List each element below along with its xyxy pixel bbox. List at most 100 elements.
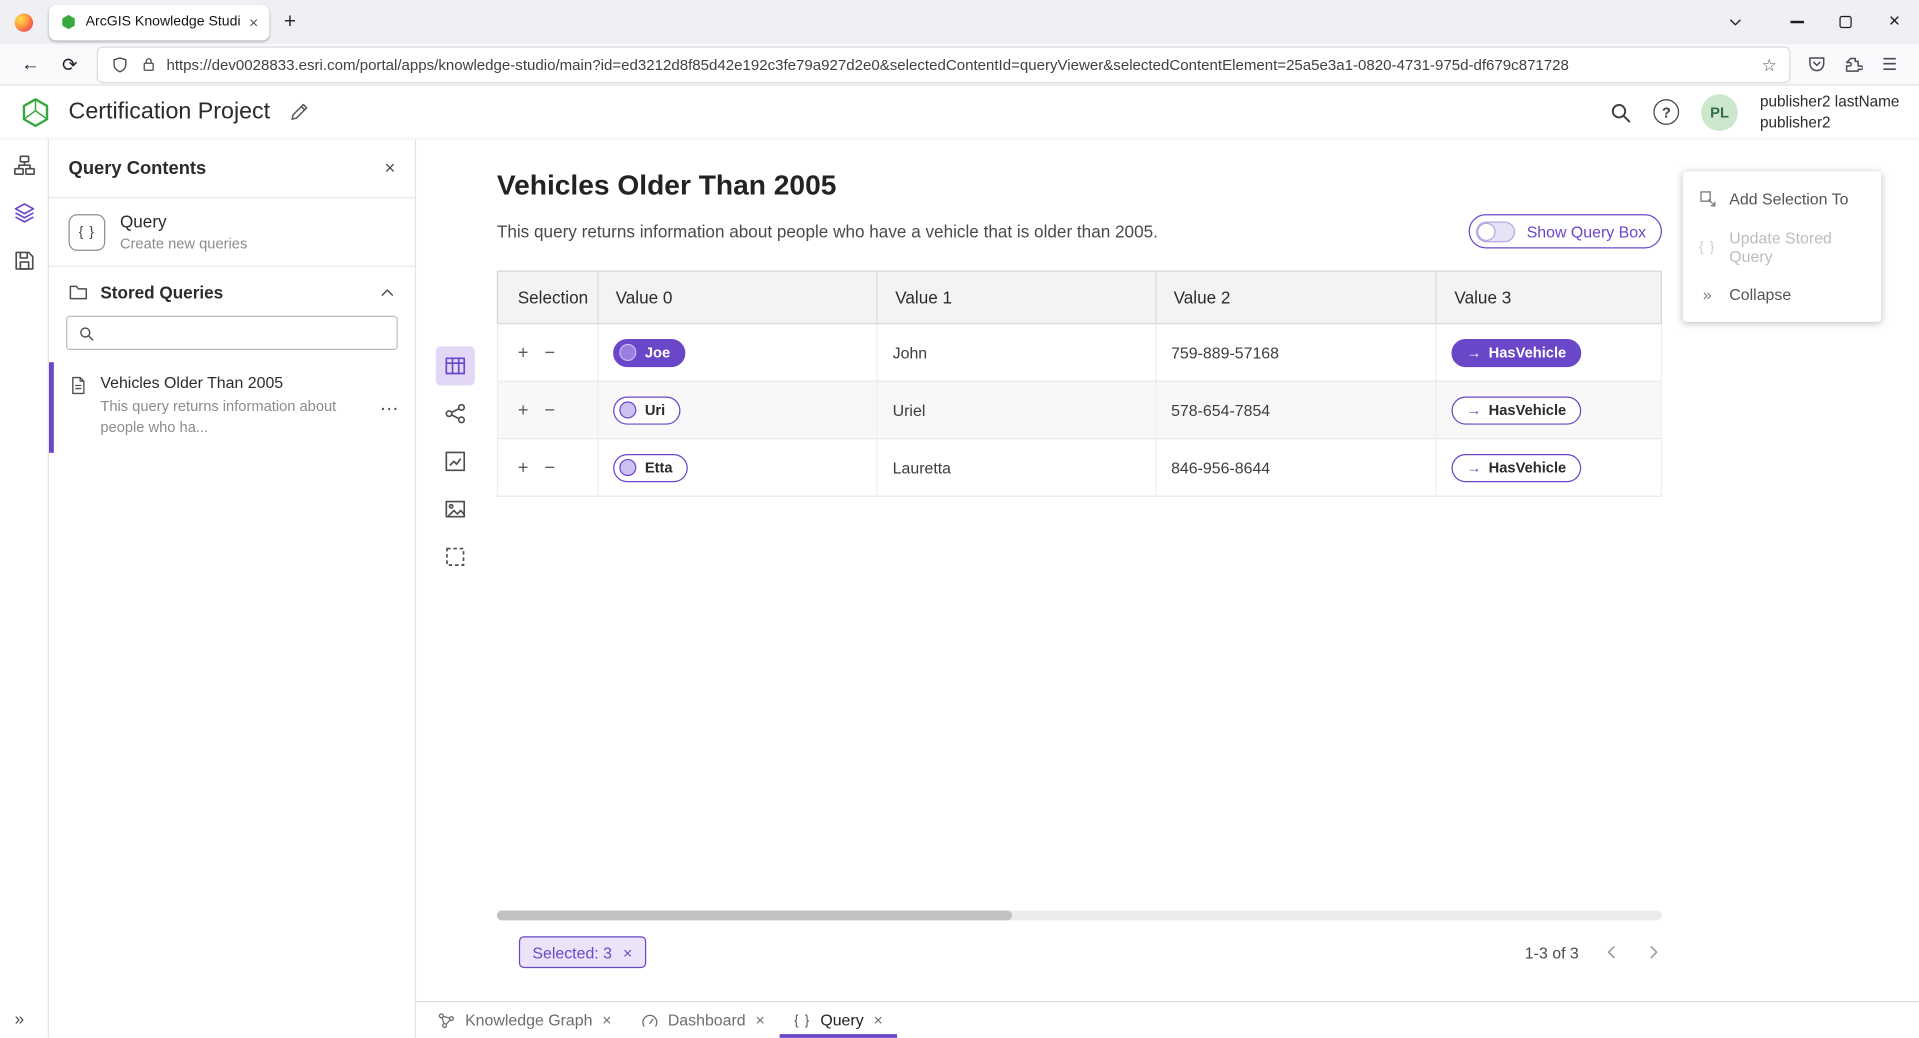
entity-label: Etta [645, 459, 673, 476]
table-view-button[interactable] [436, 346, 475, 385]
add-to-selection-button[interactable]: + [518, 343, 529, 361]
braces-icon: { } [69, 214, 106, 251]
extensions-icon[interactable] [1836, 47, 1870, 81]
table-cell: → HasVehicle [1437, 324, 1660, 380]
tab-query[interactable]: { } Query × [779, 1002, 897, 1037]
scrollbar-thumb[interactable] [497, 911, 1012, 921]
selection-badge-label: Selected: 3 [532, 943, 612, 961]
back-button[interactable]: ← [12, 47, 49, 81]
arrow-right-icon: → [1467, 345, 1482, 360]
selection-cell: + − [498, 439, 598, 495]
lock-icon[interactable] [140, 47, 157, 81]
browser-toolbar: ← ⟳ https://dev0028833.esri.com/portal/a… [0, 44, 1919, 86]
edit-title-pencil-icon[interactable] [289, 102, 310, 123]
remove-from-selection-button[interactable]: − [544, 343, 555, 361]
table-cell: → HasVehicle [1437, 382, 1660, 438]
panel-title: Query Contents [69, 158, 385, 179]
tab-close-icon[interactable]: × [755, 1012, 764, 1028]
previous-page-chevron-icon[interactable] [1603, 944, 1620, 961]
refresh-button[interactable]: ⟳ [51, 47, 88, 81]
save-icon[interactable] [13, 250, 35, 272]
tab-dashboard[interactable]: Dashboard × [626, 1002, 779, 1037]
panel-close-icon[interactable]: × [385, 159, 396, 177]
new-tab-button[interactable]: + [284, 10, 296, 34]
user-username: publisher2 [1760, 112, 1899, 132]
firefox-icon[interactable] [15, 13, 33, 31]
clear-selection-icon[interactable]: × [623, 944, 632, 960]
toggle-switch[interactable] [1477, 221, 1516, 242]
pagination-range: 1-3 of 3 [1525, 943, 1579, 961]
horizontal-scrollbar[interactable] [497, 911, 1662, 921]
table-cell: Etta [598, 439, 878, 495]
add-to-selection-button[interactable]: + [518, 458, 529, 476]
tab-close-icon[interactable]: × [873, 1012, 882, 1028]
query-contents-panel: Query Contents × { } Query Create new qu… [49, 140, 416, 1038]
table-cell: Joe [598, 324, 878, 380]
window-close-button[interactable]: × [1870, 0, 1919, 44]
layers-icon[interactable] [13, 202, 35, 224]
bookmark-star-icon[interactable]: ☆ [1762, 56, 1777, 73]
url-text: https://dev0028833.esri.com/portal/apps/… [166, 56, 1751, 73]
menu-item-label: Update Stored Query [1729, 228, 1866, 265]
expand-rail-icon[interactable]: » [15, 1008, 25, 1028]
window-maximize-button[interactable] [1821, 0, 1870, 44]
entity-pill[interactable]: Uri [613, 396, 680, 424]
tab-close-icon[interactable]: × [602, 1012, 611, 1028]
tracking-shield-icon[interactable] [110, 47, 130, 81]
add-to-selection-button[interactable]: + [518, 401, 529, 419]
relationship-label: HasVehicle [1489, 344, 1567, 361]
left-icon-rail: » [0, 140, 49, 1038]
help-button[interactable]: ? [1653, 99, 1679, 125]
entity-pill[interactable]: Etta [613, 453, 687, 481]
remove-from-selection-button[interactable]: − [544, 458, 555, 476]
chart-button[interactable] [436, 442, 475, 481]
remove-from-selection-button[interactable]: − [544, 401, 555, 419]
user-name: publisher2 lastName [1760, 92, 1899, 112]
url-bar[interactable]: https://dev0028833.esri.com/portal/apps/… [98, 47, 1789, 81]
show-query-box-toggle[interactable]: Show Query Box [1469, 214, 1662, 248]
stored-queries-search[interactable] [66, 316, 398, 350]
arrow-right-icon: → [1467, 460, 1482, 475]
table-row: + − Etta Lauretta 846-956-8644 [497, 439, 1662, 497]
selection-tools-button[interactable] [436, 537, 475, 576]
selection-badge[interactable]: Selected: 3 × [519, 936, 646, 968]
avatar[interactable]: PL [1701, 94, 1738, 131]
tab-label: Knowledge Graph [465, 1011, 592, 1029]
menu-item-add-selection-to[interactable]: Add Selection To [1683, 175, 1881, 223]
collapse-section-chevron-icon[interactable] [379, 285, 395, 301]
entity-label: Joe [645, 344, 670, 361]
table-empty-area [497, 497, 1662, 911]
data-model-icon[interactable] [13, 154, 35, 176]
search-icon [78, 325, 94, 341]
relationship-pill[interactable]: → HasVehicle [1452, 453, 1581, 481]
tab-knowledge-graph[interactable]: Knowledge Graph × [423, 1002, 626, 1037]
user-menu[interactable]: publisher2 lastName publisher2 [1760, 92, 1899, 132]
minimize-icon [1790, 21, 1803, 23]
app-body: » Query Contents × { } Query Create new … [0, 140, 1919, 1038]
relationship-pill[interactable]: → HasVehicle [1452, 396, 1581, 424]
relationship-pill[interactable]: → HasVehicle [1452, 338, 1581, 366]
window-minimize-button[interactable] [1772, 0, 1821, 44]
column-header: Selection [498, 272, 598, 323]
browser-tab[interactable]: ArcGIS Knowledge Studio × [49, 4, 269, 39]
new-query-item[interactable]: { } Query Create new queries [49, 198, 415, 267]
braces-icon: { } [1697, 239, 1717, 254]
map-button[interactable] [436, 490, 475, 529]
tab-close-icon[interactable]: × [249, 14, 258, 30]
table-cell: Uri [598, 382, 878, 438]
search-icon[interactable] [1609, 101, 1631, 123]
link-chart-button[interactable] [436, 394, 475, 433]
item-options-ellipsis-icon[interactable]: … [379, 394, 400, 416]
menu-item-update-stored-query[interactable]: { } Update Stored Query [1683, 223, 1881, 271]
search-input[interactable] [103, 324, 386, 342]
menu-item-collapse[interactable]: » Collapse [1683, 270, 1881, 318]
folder-icon [69, 283, 89, 303]
screen: ArcGIS Knowledge Studio × + × ← ⟳ https:… [0, 0, 1919, 1038]
stored-query-item[interactable]: Vehicles Older Than 2005 This query retu… [49, 362, 415, 452]
next-page-chevron-icon[interactable] [1645, 944, 1662, 961]
list-tabs-chevron-icon[interactable] [1728, 15, 1743, 30]
entity-pill[interactable]: Joe [613, 338, 685, 366]
table-cell: John [878, 324, 1156, 380]
menu-icon[interactable]: ☰ [1872, 47, 1906, 81]
pocket-icon[interactable] [1799, 47, 1833, 81]
